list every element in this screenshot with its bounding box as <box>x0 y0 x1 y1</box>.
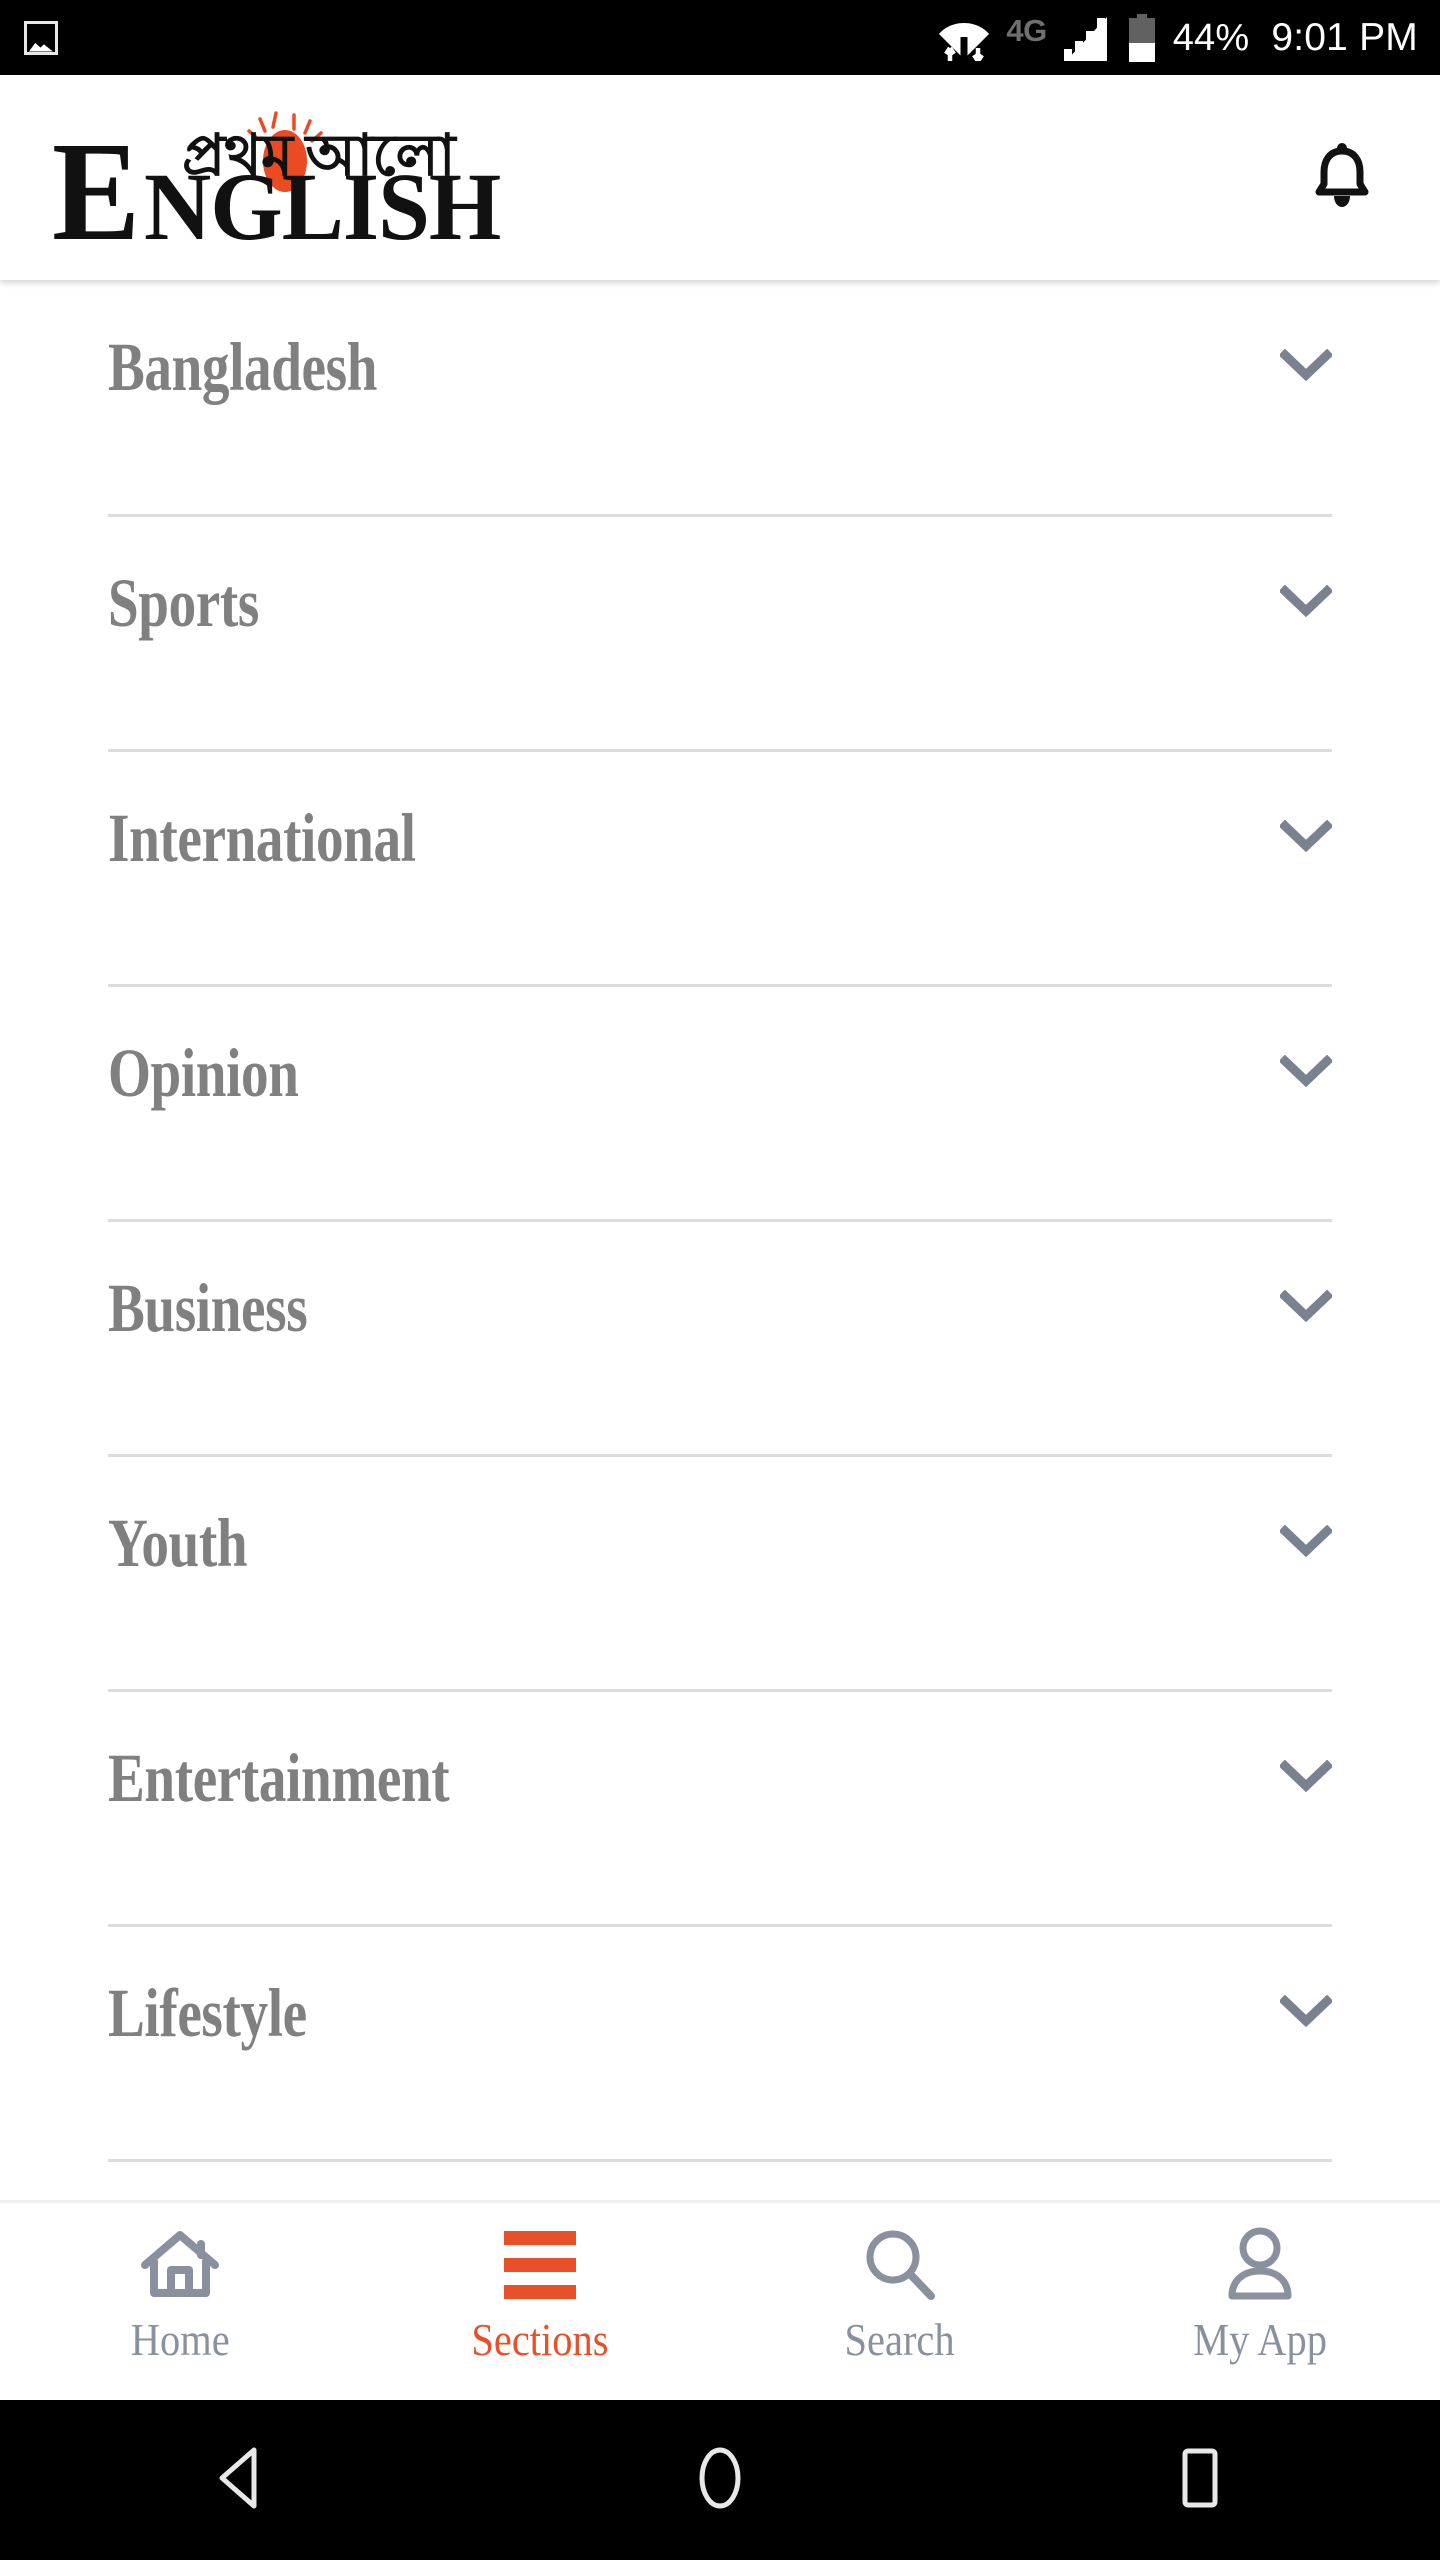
back-triangle-icon <box>212 2445 268 2516</box>
section-row-international[interactable]: International <box>108 752 1334 987</box>
section-label: Youth <box>108 1504 248 1581</box>
chevron-down-icon[interactable] <box>1278 1054 1334 1092</box>
tab-label: Home <box>130 2314 230 2365</box>
cellular-signal-icon <box>1063 15 1111 61</box>
battery-percent-label: 44% <box>1172 16 1250 59</box>
section-label: Lifestyle <box>108 1974 307 2051</box>
chevron-down-icon[interactable] <box>1278 584 1334 622</box>
status-bar-clock: 9:01 PM <box>1271 16 1418 59</box>
chevron-down-icon[interactable] <box>1278 1524 1334 1562</box>
android-back-button[interactable] <box>0 2445 480 2516</box>
section-label: Bangladesh <box>108 328 378 405</box>
app-header: প্রথম আলো E NGLISH <box>0 75 1440 280</box>
wifi-updown-icon <box>938 15 990 61</box>
bottom-tab-bar: Home Sections Search My App <box>0 2200 1440 2400</box>
chevron-down-icon[interactable] <box>1278 1994 1334 2032</box>
section-label: Entertainment <box>108 1739 450 1816</box>
tab-label: My App <box>1193 2314 1327 2365</box>
tab-label: Search <box>844 2314 956 2365</box>
sections-list: Bangladesh Sports International Opinion <box>0 280 1440 2200</box>
svg-text:NGLISH: NGLISH <box>144 154 500 252</box>
person-icon <box>1222 2225 1298 2305</box>
android-navigation-bar <box>0 2400 1440 2560</box>
chevron-down-icon[interactable] <box>1278 1759 1334 1797</box>
section-row-lifestyle[interactable]: Lifestyle <box>108 1927 1334 2162</box>
home-circle-icon <box>692 2445 748 2516</box>
section-label: Opinion <box>108 1034 299 1111</box>
status-bar-right: 4G 44% 9:01 PM <box>938 13 1418 62</box>
battery-icon <box>1127 13 1157 62</box>
chevron-down-icon[interactable] <box>1278 819 1334 857</box>
status-bar-left <box>24 20 58 55</box>
app-screen: 4G 44% 9:01 PM প্রথম আলো E NGLISH Bangla… <box>0 0 1440 2560</box>
search-icon <box>860 2225 940 2305</box>
section-row-entertainment[interactable]: Entertainment <box>108 1692 1334 1927</box>
tab-my-app[interactable]: My App <box>1080 2225 1440 2363</box>
section-label: International <box>108 799 416 876</box>
tab-home[interactable]: Home <box>0 2225 360 2363</box>
svg-text:E: E <box>52 112 140 252</box>
android-status-bar: 4G 44% 9:01 PM <box>0 0 1440 75</box>
section-row-sports[interactable]: Sports <box>108 517 1334 752</box>
section-label: Sports <box>108 564 259 641</box>
image-icon <box>24 20 58 55</box>
section-label: Business <box>108 1269 308 1346</box>
tab-sections[interactable]: Sections <box>360 2225 720 2363</box>
chevron-down-icon[interactable] <box>1278 1289 1334 1327</box>
section-row-opinion[interactable]: Opinion <box>108 987 1334 1222</box>
house-icon <box>139 2225 221 2305</box>
network-type-label: 4G <box>1006 13 1047 48</box>
prothom-alo-english-logo[interactable]: প্রথম আলো E NGLISH <box>44 103 584 253</box>
android-home-button[interactable] <box>480 2445 960 2516</box>
section-row-business[interactable]: Business <box>108 1222 1334 1457</box>
tab-search[interactable]: Search <box>720 2225 1080 2363</box>
hamburger-icon <box>504 2225 576 2305</box>
chevron-down-icon[interactable] <box>1278 348 1334 386</box>
bell-icon <box>1310 140 1374 215</box>
section-row-youth[interactable]: Youth <box>108 1457 1334 1692</box>
section-row-bangladesh[interactable]: Bangladesh <box>108 280 1334 517</box>
recents-square-icon <box>1172 2445 1228 2516</box>
notification-bell-button[interactable] <box>1296 132 1388 224</box>
android-recents-button[interactable] <box>960 2445 1440 2516</box>
tab-label: Sections <box>471 2314 609 2365</box>
